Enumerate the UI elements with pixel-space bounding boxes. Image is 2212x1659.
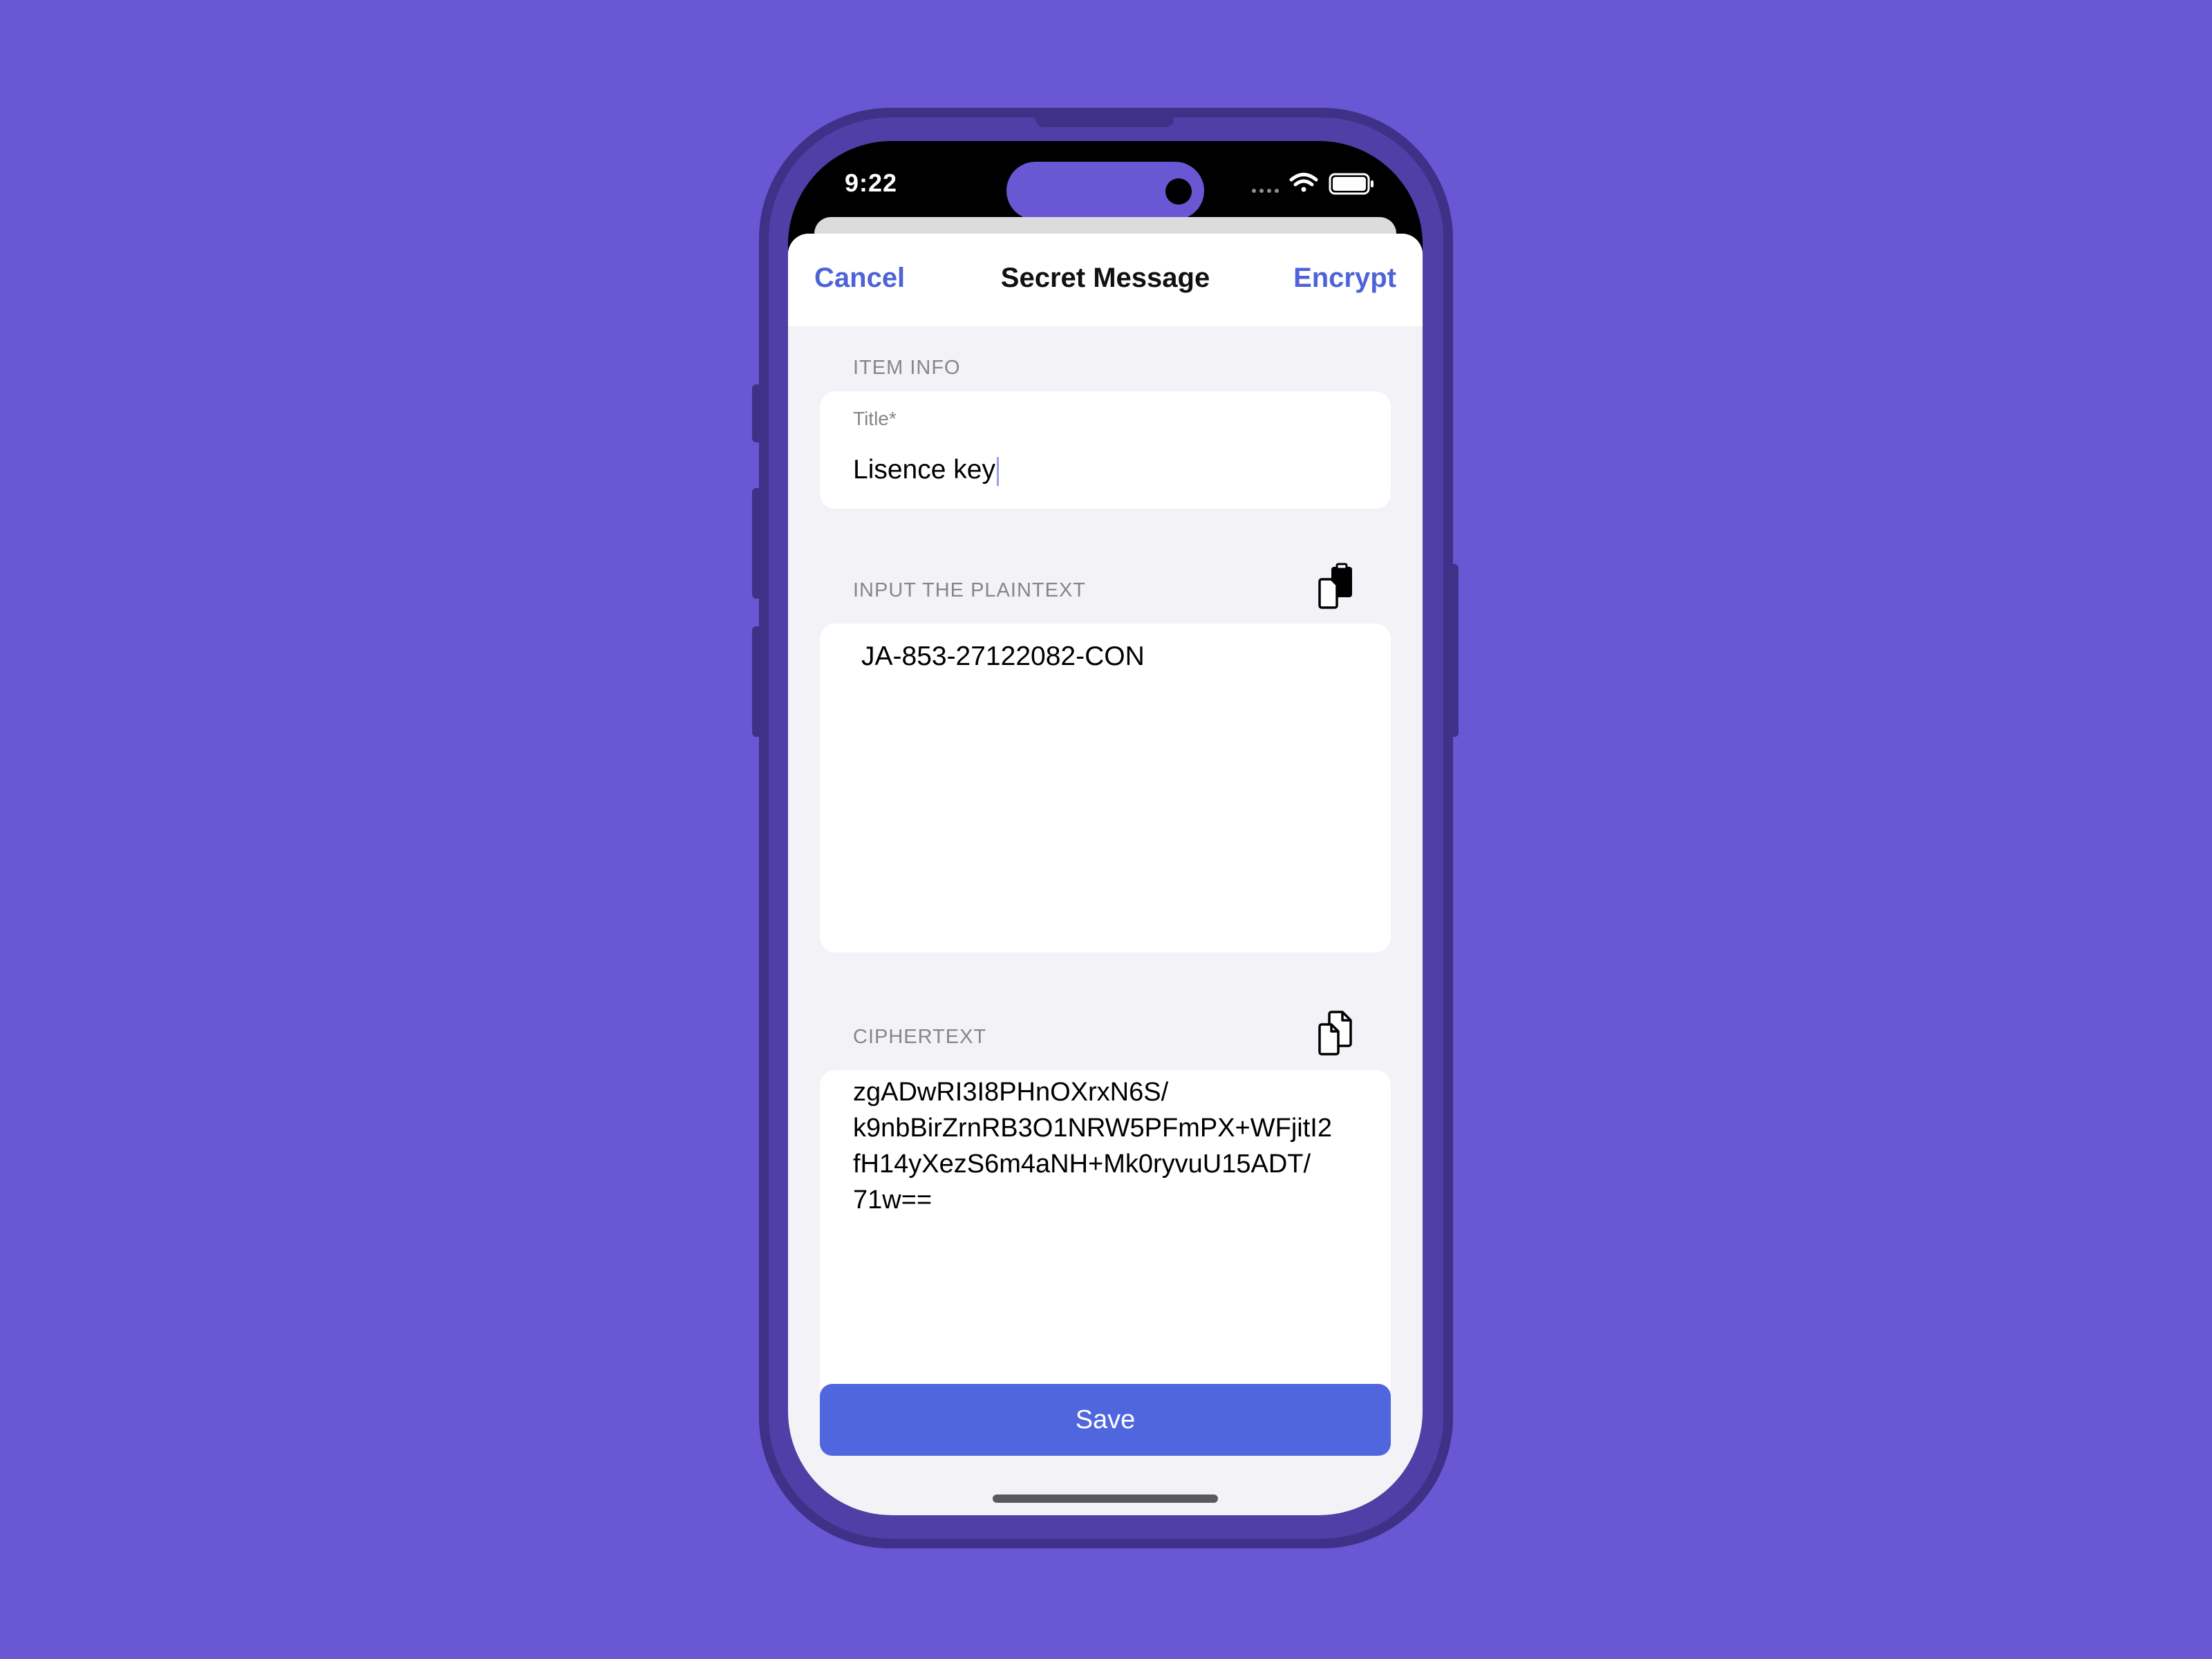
navigation-bar: Cancel Secret Message Encrypt [788, 234, 1423, 326]
section-label-ciphertext: CIPHERTEXT [853, 1026, 987, 1048]
top-speaker-notch [1035, 112, 1174, 127]
status-bar: 9:22 [788, 141, 1423, 220]
title-input-value[interactable]: Lisence key [853, 455, 999, 486]
camera-icon [1165, 178, 1192, 205]
text-caret [996, 456, 999, 486]
save-button[interactable]: Save [820, 1384, 1391, 1456]
phone-screen: 9:22 Cancel Secret Message Encrypt ITEM … [788, 141, 1423, 1515]
home-indicator[interactable] [993, 1494, 1218, 1503]
signal-icon [1252, 189, 1279, 193]
status-time: 9:22 [845, 169, 898, 197]
section-label-plaintext: INPUT THE PLAINTEXT [853, 579, 1086, 601]
dynamic-island [1006, 162, 1204, 220]
action-button [752, 384, 762, 442]
volume-up-button [752, 488, 762, 599]
modal-sheet: Cancel Secret Message Encrypt ITEM INFO … [788, 234, 1423, 1515]
copy-documents-icon[interactable] [1313, 1009, 1362, 1058]
title-field-label: Title* [853, 408, 897, 429]
title-field[interactable]: Title* Lisence key [820, 391, 1391, 509]
volume-down-button [752, 626, 762, 737]
encrypt-button[interactable]: Encrypt [1293, 263, 1396, 294]
plaintext-input[interactable]: JA-853-27122082-CON [820, 624, 1391, 953]
ciphertext-value: zgADwRI3I8PHnOXrxN6S/ k9nbBirZrnRB3O1NRW… [853, 1078, 1332, 1215]
battery-icon [1329, 173, 1374, 195]
title-input-text: Lisence key [853, 455, 995, 485]
plaintext-value: JA-853-27122082-CON [861, 641, 1145, 671]
power-button [1449, 564, 1459, 737]
paste-clipboard-icon[interactable] [1313, 563, 1362, 611]
status-icons [1248, 170, 1394, 198]
section-label-item-info: ITEM INFO [853, 357, 961, 379]
ciphertext-output[interactable]: zgADwRI3I8PHnOXrxN6S/ k9nbBirZrnRB3O1NRW… [820, 1070, 1391, 1402]
wifi-icon [1289, 173, 1318, 192]
